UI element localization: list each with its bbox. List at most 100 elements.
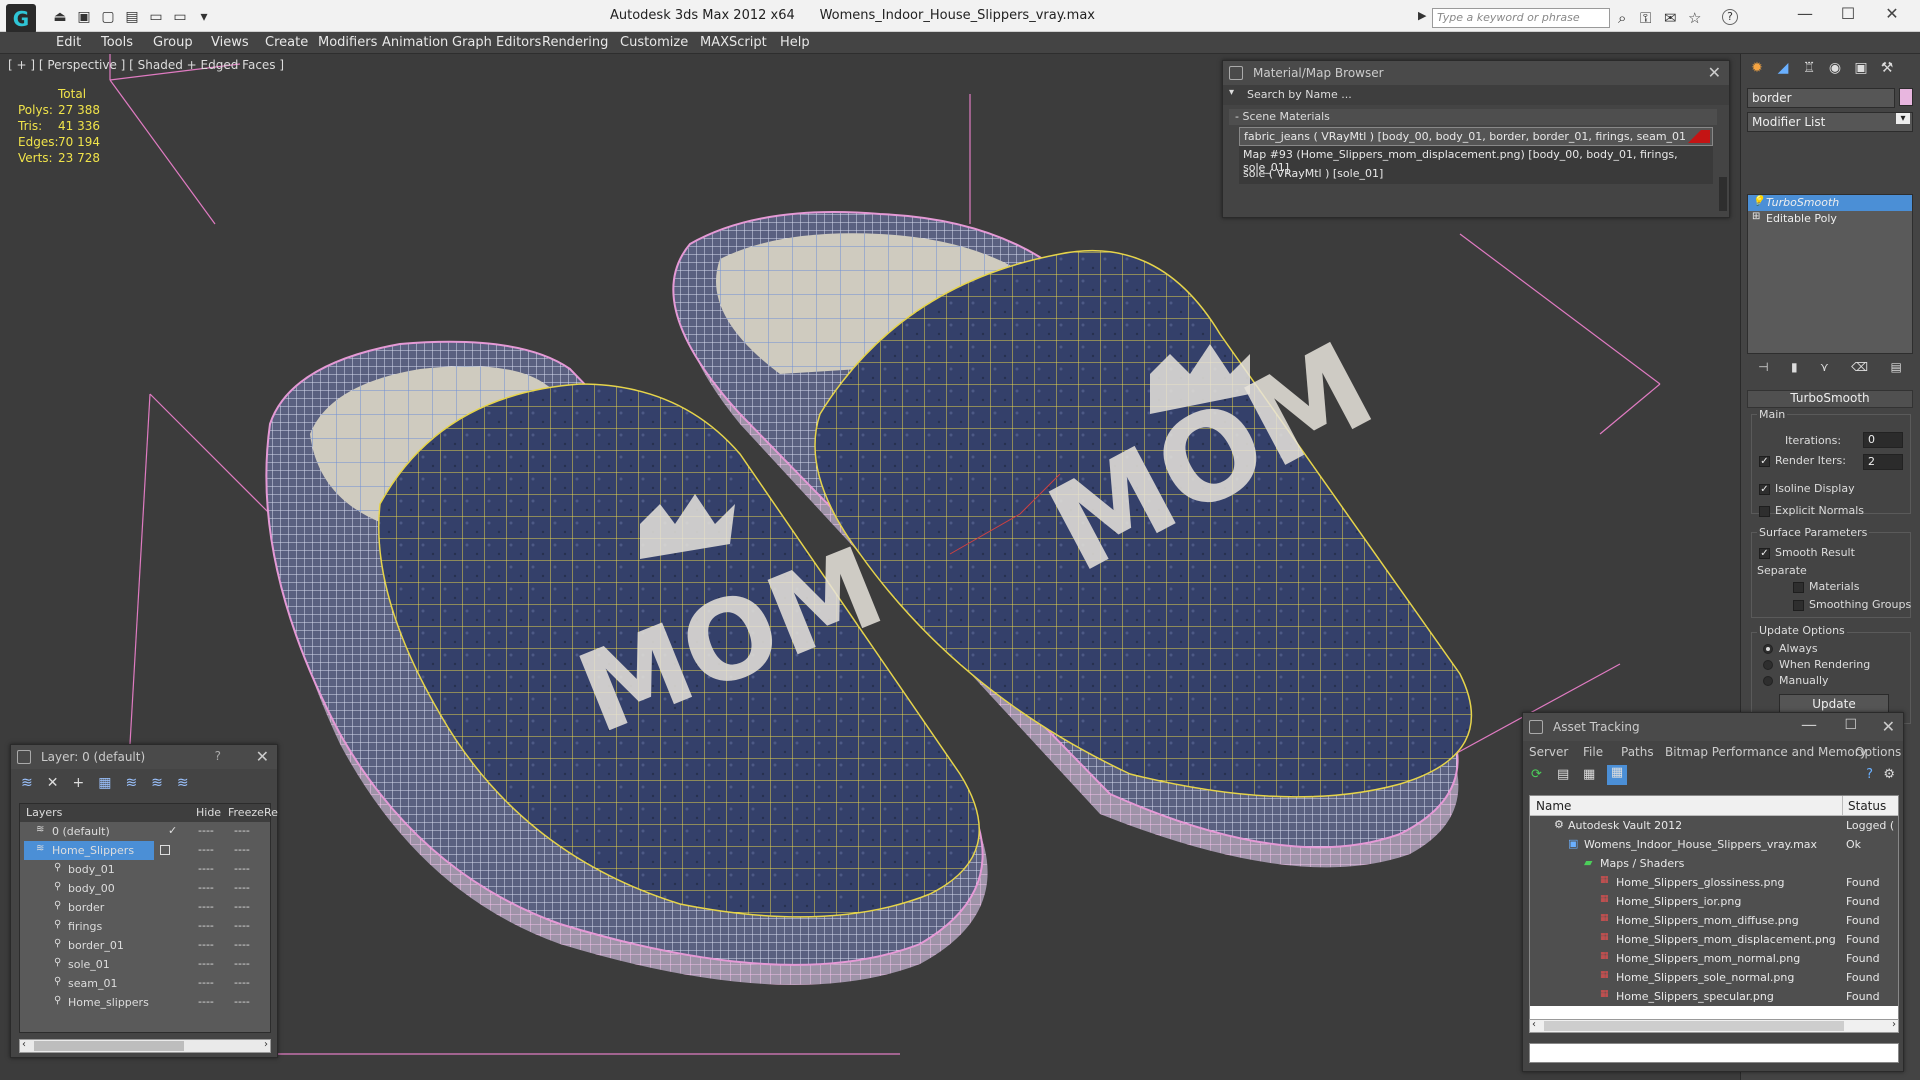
search-dropdown-icon[interactable]: ▾ (1229, 87, 1234, 98)
turbosmooth-rollout-header[interactable]: TurboSmooth (1747, 390, 1913, 408)
hide-toggle[interactable]: ---- (198, 862, 214, 875)
modifier-list-dropdown[interactable]: Modifier List ▾ (1747, 112, 1913, 132)
smoothing-groups-checkbox[interactable] (1793, 600, 1804, 611)
layer-object-row[interactable]: ⚲ Home_slippers ---- ---- (20, 993, 270, 1012)
stack-item-turbosmooth[interactable]: 💡 TurboSmooth (1748, 195, 1912, 211)
menu-create[interactable]: Create (265, 35, 308, 50)
menu-tools[interactable]: Tools (101, 35, 133, 50)
lightbulb-icon[interactable]: 💡 (1752, 196, 1764, 207)
material-item[interactable]: Map #93 (Home_Slippers_mom_displacement.… (1239, 146, 1713, 174)
scroll-right-icon[interactable]: › (264, 1039, 268, 1050)
hide-all-icon[interactable]: ≋ (151, 775, 163, 793)
material-list-scrollbar[interactable] (1719, 177, 1727, 211)
isoline-display-checkbox[interactable]: ✓ (1759, 484, 1770, 495)
asset-row[interactable]: ▦ Home_Slippers_mom_diffuse.png Found (1530, 911, 1898, 930)
explicit-normals-checkbox[interactable] (1759, 506, 1770, 517)
asset-row[interactable]: ▦ Home_Slippers_ior.png Found (1530, 892, 1898, 911)
col-layers[interactable]: Layers (26, 806, 62, 819)
pin-stack-icon[interactable]: ⊣ (1758, 360, 1768, 380)
app-logo-icon[interactable]: G (6, 4, 36, 34)
col-render[interactable]: Re (264, 806, 278, 819)
asset-row[interactable]: ▦ Home_Slippers_glossiness.png Found (1530, 873, 1898, 892)
asset-row-maps-folder[interactable]: ▰ Maps / Shaders (1530, 854, 1898, 873)
col-hide[interactable]: Hide (196, 806, 221, 819)
object-name-field[interactable]: border (1747, 88, 1895, 108)
menu-group[interactable]: Group (153, 35, 193, 50)
hide-toggle[interactable]: ---- (198, 976, 214, 989)
display-tab-icon[interactable]: ▣ (1851, 58, 1871, 78)
delete-layer-icon[interactable]: ✕ (47, 775, 59, 793)
object-color-swatch[interactable] (1899, 88, 1913, 106)
material-item[interactable]: sole ( VRayMtl ) [sole_01] (1239, 165, 1713, 184)
layer-object-row[interactable]: ⚲ seam_01 ---- ---- (20, 974, 270, 993)
asset-row-vault[interactable]: ⚙ Autodesk Vault 2012 Logged ( (1530, 816, 1898, 835)
asset-settings-icon[interactable]: ⚙ (1883, 767, 1895, 782)
scene-materials-header[interactable]: - Scene Materials (1229, 109, 1717, 125)
when-rendering-radio[interactable] (1763, 660, 1773, 670)
iterations-spinner[interactable]: 0 (1863, 432, 1903, 448)
keyword-search-input[interactable]: Type a keyword or phrase (1432, 8, 1610, 28)
menu-graph-editors[interactable]: Graph Editors (452, 35, 541, 50)
freeze-toggle[interactable]: ---- (234, 862, 250, 875)
freeze-toggle[interactable]: ---- (234, 881, 250, 894)
stack-item-editable-poly[interactable]: ⊞ Editable Poly (1748, 211, 1912, 227)
undo-icon[interactable]: ▭ (146, 8, 166, 26)
asset-row[interactable]: ▦ Home_Slippers_specular.png Found (1530, 987, 1898, 1006)
hold-icon[interactable]: ▤ (122, 8, 142, 26)
asset-close-icon[interactable]: ✕ (1882, 717, 1895, 736)
close-button[interactable]: ✕ (1872, 4, 1912, 23)
asset-path-field[interactable] (1529, 1043, 1899, 1063)
hide-toggle[interactable]: ---- (198, 900, 214, 913)
modify-tab-icon[interactable]: ◢ (1773, 58, 1793, 78)
scroll-thumb[interactable] (34, 1041, 184, 1051)
menu-animation[interactable]: Animation (382, 35, 448, 50)
asset-menu-options[interactable]: Options (1855, 745, 1901, 759)
viewport-label[interactable]: [ + ] [ Perspective ] [ Shaded + Edged F… (8, 58, 284, 72)
layer-object-row[interactable]: ⚲ border_01 ---- ---- (20, 936, 270, 955)
hide-toggle[interactable]: ---- (198, 995, 214, 1008)
asset-menu-server[interactable]: Server (1529, 745, 1568, 759)
refresh-icon[interactable]: ⟳ (1531, 767, 1542, 782)
material-browser-titlebar[interactable]: Material/Map Browser ✕ (1223, 61, 1729, 85)
asset-minimize-button[interactable]: — (1801, 715, 1817, 734)
menu-customize[interactable]: Customize (620, 35, 688, 50)
layer-object-row[interactable]: ⚲ firings ---- ---- (20, 917, 270, 936)
render-iters-checkbox[interactable]: ✓ (1759, 456, 1770, 467)
scroll-left-icon[interactable]: ‹ (22, 1039, 26, 1050)
create-tab-icon[interactable]: ✹ (1747, 58, 1767, 78)
materials-checkbox[interactable] (1793, 582, 1804, 593)
asset-hscrollbar[interactable]: ‹ › (1529, 1019, 1899, 1033)
new-icon[interactable]: ▢ (98, 8, 118, 26)
freeze-toggle[interactable]: ---- (234, 919, 250, 932)
utilities-tab-icon[interactable]: ⚒ (1877, 58, 1897, 78)
freeze-toggle[interactable]: ---- (234, 957, 250, 970)
hide-toggle[interactable]: ---- (198, 824, 214, 837)
asset-menu-file[interactable]: File (1583, 745, 1603, 759)
asset-menu-bitmap[interactable]: Bitmap Performance and Memory (1665, 745, 1867, 759)
col-name[interactable]: Name (1536, 799, 1571, 813)
asset-tracking-titlebar[interactable]: Asset Tracking — ☐ ✕ (1523, 713, 1903, 741)
menu-maxscript[interactable]: MAXScript (700, 35, 767, 50)
hide-toggle[interactable]: ---- (198, 919, 214, 932)
update-button[interactable]: Update (1779, 694, 1889, 714)
layer-list-hscrollbar[interactable]: ‹ › (19, 1039, 271, 1053)
asset-maximize-button[interactable]: ☐ (1844, 717, 1857, 733)
layer-row-selected[interactable]: ≋ Home_Slippers ---- ---- (20, 841, 270, 860)
favorites-icon[interactable]: ☆ (1688, 9, 1701, 27)
redo-icon[interactable]: ▭ (170, 8, 190, 26)
always-radio[interactable] (1763, 644, 1773, 654)
smooth-result-checkbox[interactable]: ✓ (1759, 548, 1770, 559)
col-status[interactable]: Status (1848, 799, 1886, 813)
freeze-toggle[interactable]: ---- (234, 938, 250, 951)
material-search-input[interactable]: ▾ Search by Name ... (1223, 85, 1729, 105)
list-view-icon[interactable]: ▤ (1557, 767, 1569, 782)
help-icon[interactable]: ? (1722, 9, 1738, 25)
add-selection-box[interactable] (160, 845, 170, 855)
communication-icon[interactable]: ✉ (1664, 9, 1677, 27)
asset-row[interactable]: ▦ Home_Slippers_mom_displacement.png Found (1530, 930, 1898, 949)
asset-scroll-right-icon[interactable]: › (1892, 1019, 1896, 1030)
asset-row-maxfile[interactable]: ▣ Womens_Indoor_House_Slippers_vray.max Ok (1530, 835, 1898, 854)
material-browser-close-icon[interactable]: ✕ (1708, 63, 1721, 82)
freeze-toggle[interactable]: ---- (234, 995, 250, 1008)
asset-scroll-left-icon[interactable]: ‹ (1532, 1019, 1536, 1030)
